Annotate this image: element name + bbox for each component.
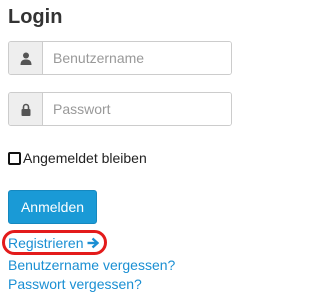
register-link[interactable]: Registrieren bbox=[8, 235, 100, 251]
remember-me[interactable]: Angemeldet bleiben bbox=[8, 150, 147, 166]
username-input[interactable] bbox=[43, 42, 231, 74]
register-link-label: Registrieren bbox=[8, 235, 84, 251]
arrow-right-icon bbox=[87, 237, 100, 249]
login-button[interactable]: Anmelden bbox=[8, 190, 97, 224]
login-title: Login bbox=[8, 6, 63, 28]
remember-label: Angemeldet bleiben bbox=[23, 150, 147, 166]
lock-icon bbox=[9, 93, 43, 125]
username-field-group bbox=[8, 41, 232, 75]
remember-checkbox[interactable] bbox=[8, 151, 21, 165]
forgot-username-link[interactable]: Benutzername vergessen? bbox=[8, 257, 175, 273]
password-field-group bbox=[8, 92, 232, 126]
password-input[interactable] bbox=[43, 93, 231, 125]
forgot-password-link[interactable]: Passwort vergessen? bbox=[8, 276, 142, 292]
user-icon bbox=[9, 42, 43, 74]
